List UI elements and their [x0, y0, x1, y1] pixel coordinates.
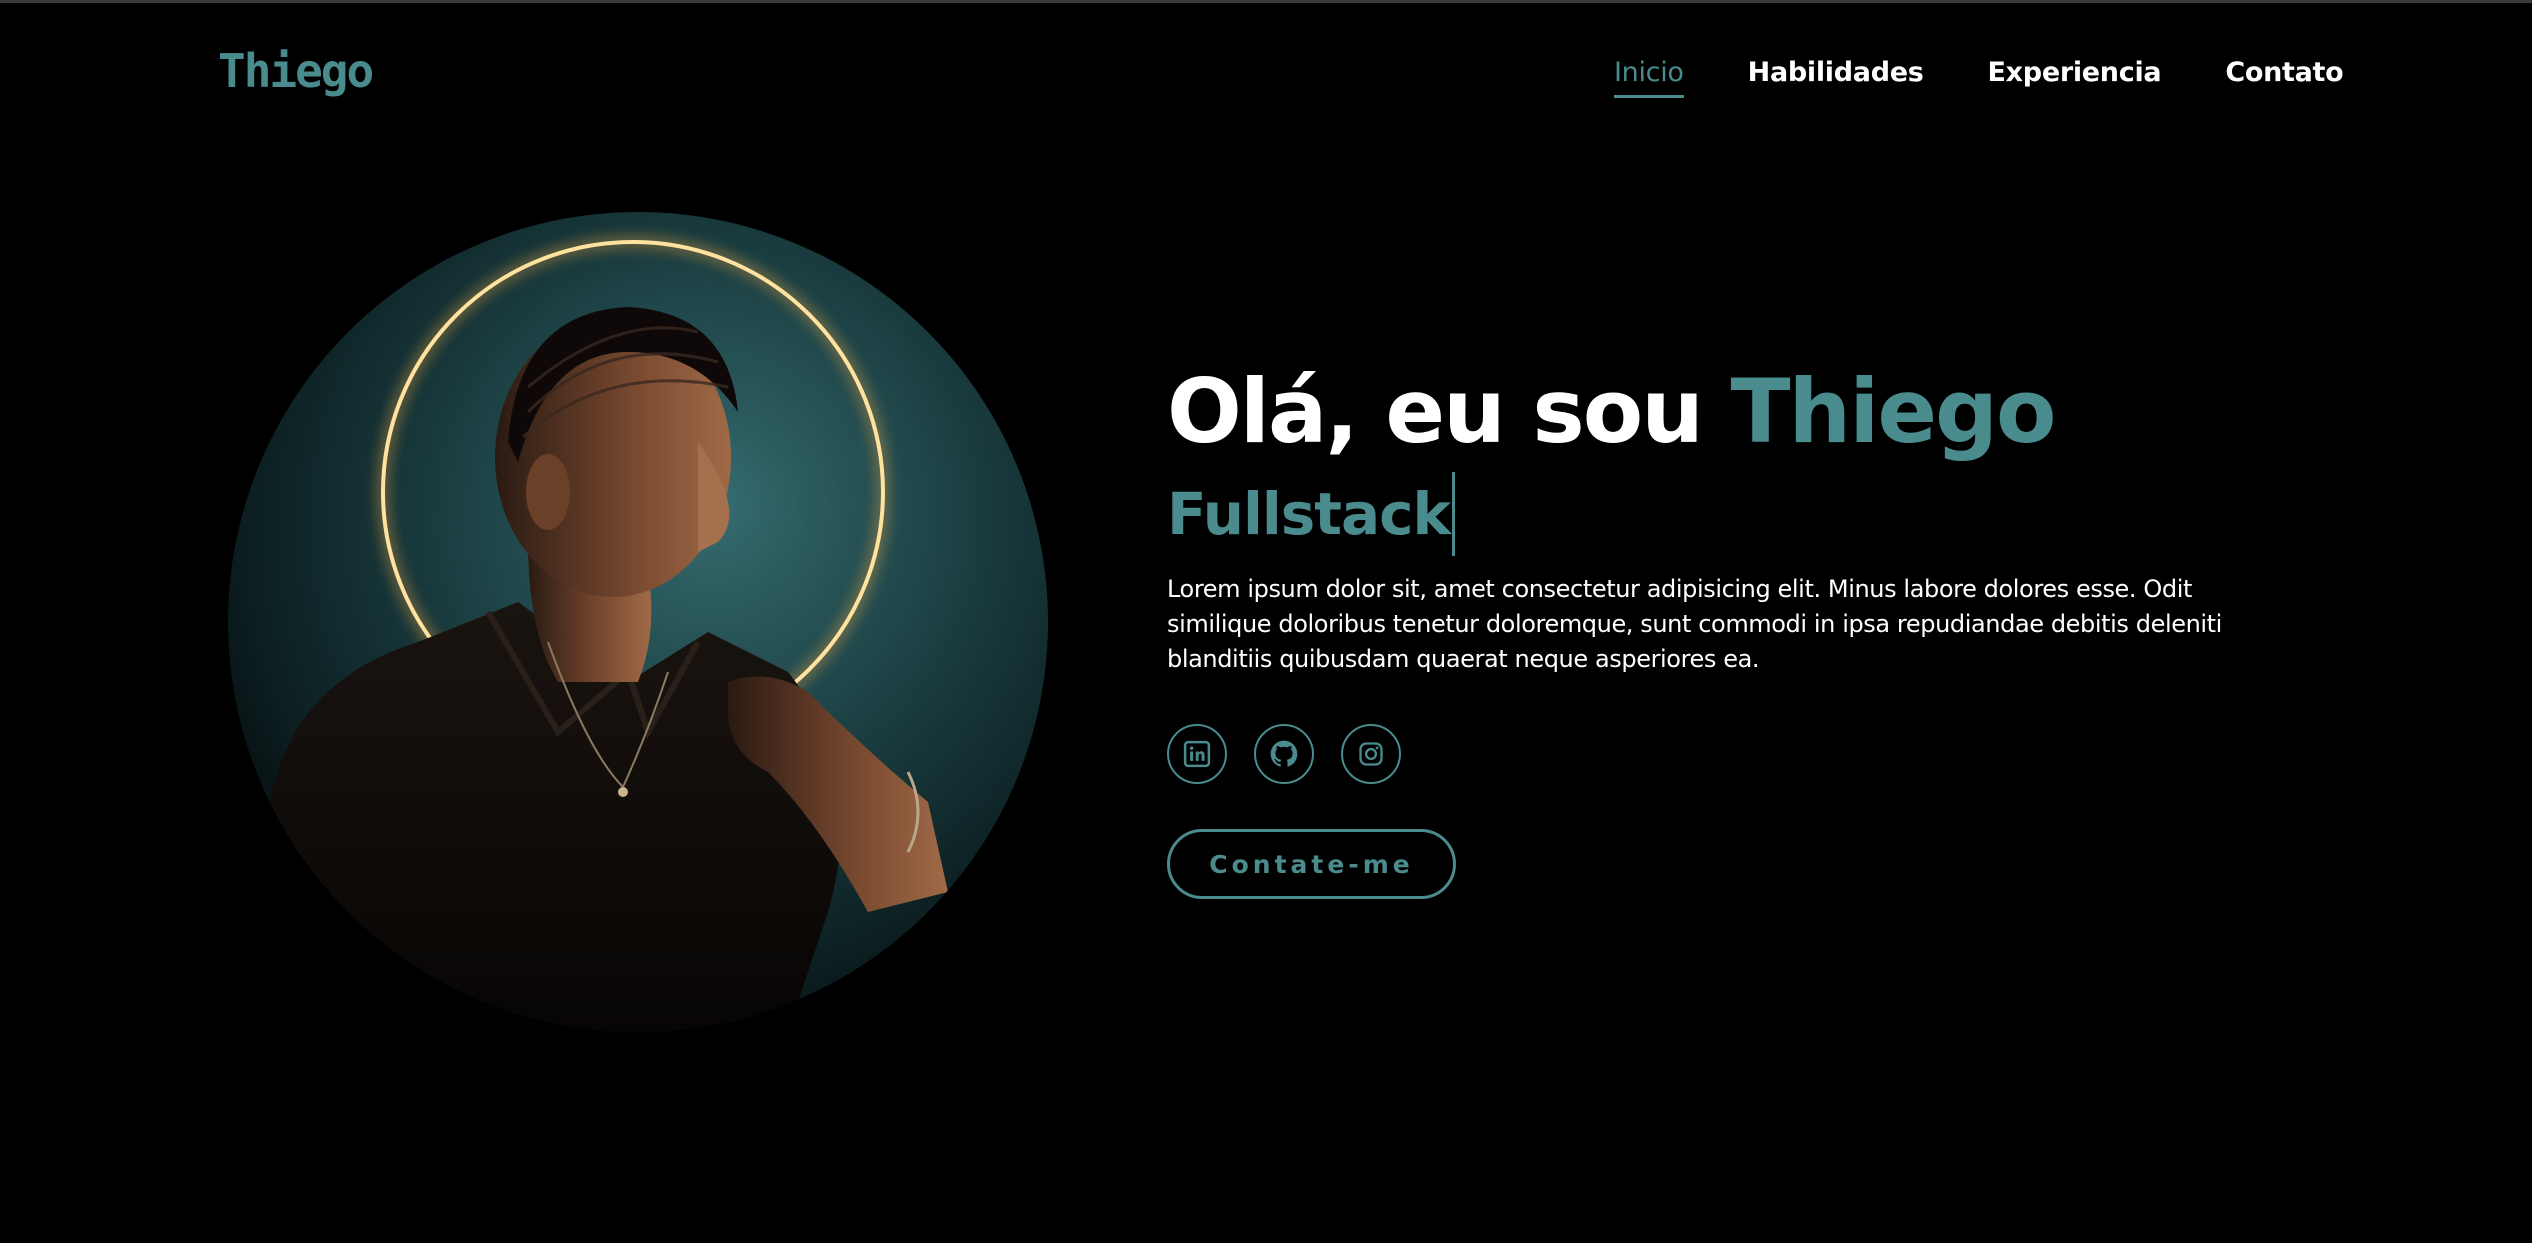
site-logo[interactable]: Thiego	[218, 45, 374, 97]
typing-cursor	[1452, 472, 1456, 556]
nav-link-habilidades[interactable]: Habilidades	[1748, 53, 1924, 98]
role-text: Fullstack	[1167, 480, 1451, 548]
hero-title: Olá, eu sou Thiego	[1167, 360, 2057, 464]
nav-link-contato[interactable]: Contato	[2225, 53, 2343, 98]
nav-link-experiencia[interactable]: Experiencia	[1988, 53, 2162, 98]
portrait-illustration	[228, 212, 1048, 1032]
instagram-link[interactable]	[1341, 724, 1401, 784]
hero-description: Lorem ipsum dolor sit, amet consectetur …	[1167, 575, 2222, 673]
nav-link-inicio[interactable]: Inicio	[1614, 53, 1684, 98]
hero-role: Fullstack	[1167, 472, 1456, 556]
site-header: Thiego Inicio Habilidades Experiencia Co…	[0, 3, 2532, 143]
social-links	[1167, 724, 1401, 784]
profile-photo	[228, 212, 1048, 1032]
instagram-icon	[1359, 742, 1383, 766]
hero-name: Thiego	[1730, 360, 2057, 463]
hero-greeting: Olá, eu sou	[1167, 360, 1731, 463]
linkedin-icon	[1183, 740, 1211, 768]
github-icon	[1270, 740, 1298, 767]
github-link[interactable]	[1254, 724, 1314, 784]
contact-me-button[interactable]: Contate-me	[1167, 829, 1456, 899]
main-nav: Inicio Habilidades Experiencia Contato	[1614, 53, 2344, 98]
linkedin-link[interactable]	[1167, 724, 1227, 784]
